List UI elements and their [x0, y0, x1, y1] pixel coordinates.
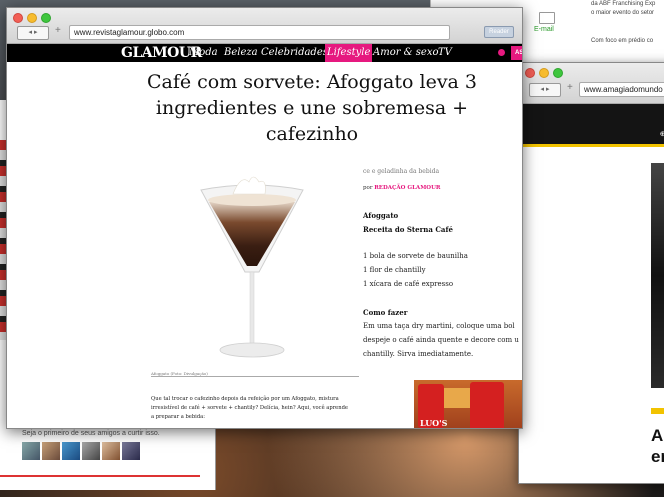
nav-item-lifestyle[interactable]: Lifestyle	[325, 44, 373, 62]
close-window-button[interactable]	[13, 13, 23, 23]
ingredient-item: 1 xícara de café expresso	[363, 280, 454, 288]
avatar[interactable]	[122, 442, 140, 460]
nav-item-amor-sexo[interactable]: Amor & sexo	[373, 44, 438, 62]
zoom-window-button[interactable]	[41, 13, 51, 23]
soda-cup-icon	[470, 382, 504, 428]
howto-line: despeje o café ainda quente e decore com…	[363, 336, 519, 344]
headline[interactable]: Ap en	[651, 425, 664, 467]
avatar[interactable]	[102, 442, 120, 460]
facebook-like-text: Seja o primeiro de seus amigos a curtir …	[22, 430, 160, 437]
minimize-window-button[interactable]	[27, 13, 37, 23]
category-tag	[651, 408, 664, 414]
nav-item-tv[interactable]: TV	[438, 44, 452, 62]
email-label[interactable]: E-mail	[534, 26, 554, 33]
ingredient-item: 1 bola de sorvete de baunilha	[363, 252, 468, 260]
zoom-window-button[interactable]	[553, 68, 563, 78]
snippet-line-1: da ABF Franchising Exp	[591, 1, 656, 7]
email-icon[interactable]	[539, 12, 555, 24]
site-header: ⊕ v	[519, 104, 664, 144]
window-controls	[13, 13, 51, 23]
address-bar[interactable]: www.revistaglamour.globo.com	[69, 25, 450, 40]
site-navbar: GLAMOUR Moda Beleza Celebridades Lifesty…	[7, 44, 522, 62]
avatar[interactable]	[42, 442, 60, 460]
affogato-photo[interactable]	[197, 168, 307, 368]
minimize-window-button[interactable]	[539, 68, 549, 78]
ad-brand: LUO'S	[420, 418, 448, 428]
ingredient-item: 1 flor de chantilly	[363, 266, 426, 274]
close-window-button[interactable]	[525, 68, 535, 78]
byline: por REDAÇÃO GLAMOUR	[363, 185, 440, 191]
new-tab-icon[interactable]: +	[567, 82, 573, 93]
back-forward-buttons[interactable]: ◂ ▸	[17, 26, 49, 40]
headline-line-2[interactable]: en	[651, 446, 664, 467]
new-tab-icon[interactable]: +	[55, 25, 61, 36]
advertisement-banner[interactable]: LUO'S	[414, 380, 522, 428]
byline-author[interactable]: REDAÇÃO GLAMOUR	[374, 185, 440, 191]
martini-glass-icon	[200, 176, 304, 358]
featured-photo[interactable]	[651, 163, 664, 388]
nav-item-beleza[interactable]: Beleza	[224, 44, 258, 62]
browser-window-glamour[interactable]: ◂ ▸ + www.revistaglamour.globo.com Reade…	[6, 7, 523, 429]
divider	[0, 475, 200, 477]
accent-bar	[519, 144, 664, 147]
recipe-source: Receita do Sterna Café	[363, 225, 453, 234]
fries-icon	[444, 388, 470, 408]
headline-line-1[interactable]: Ap	[651, 425, 664, 446]
notification-dot-icon	[498, 49, 505, 56]
article-intro: Que tal trocar o cafezinho depois da ref…	[151, 396, 348, 420]
tagline: ce e geladinha da bebida	[363, 168, 440, 175]
window-titlebar: ◂ ▸ + www.revistaglamour.globo.com Reade…	[7, 8, 522, 44]
nav-item-moda[interactable]: Moda	[189, 44, 218, 62]
article-title: Café com sorvete: Afoggato leva 3 ingred…	[146, 71, 478, 145]
byline-prefix: por	[363, 185, 373, 191]
howto-heading: Como fazer	[363, 308, 408, 317]
address-bar[interactable]: www.amagiadomundo	[579, 82, 664, 97]
subscribe-button[interactable]: ASSINE	[511, 46, 522, 60]
snippet-line-3: Com foco em prédio co	[591, 38, 654, 44]
background-window-right[interactable]: ◂ ▸ + www.amagiadomundo ⊕ v Ap en	[518, 62, 664, 484]
avatar[interactable]	[22, 442, 40, 460]
snippet-line-2: o maior evento do setor	[591, 10, 655, 16]
window-titlebar: ◂ ▸ + www.amagiadomundo	[519, 63, 664, 104]
caption-divider	[151, 376, 359, 377]
howto-line: chantilly. Sirva imediatamente.	[363, 350, 474, 358]
avatar[interactable]	[62, 442, 80, 460]
window-controls	[525, 68, 563, 78]
howto-line: Em uma taça dry martini, coloque uma bol	[363, 322, 515, 330]
recipe-name: Afoggato	[363, 211, 399, 220]
friend-avatars	[22, 442, 140, 460]
back-forward-buttons[interactable]: ◂ ▸	[529, 83, 561, 97]
menu-link[interactable]: ⊕ v	[660, 130, 664, 138]
reader-button[interactable]: Reader	[484, 26, 514, 38]
avatar[interactable]	[82, 442, 100, 460]
nav-item-celebridades[interactable]: Celebridades	[261, 44, 328, 62]
